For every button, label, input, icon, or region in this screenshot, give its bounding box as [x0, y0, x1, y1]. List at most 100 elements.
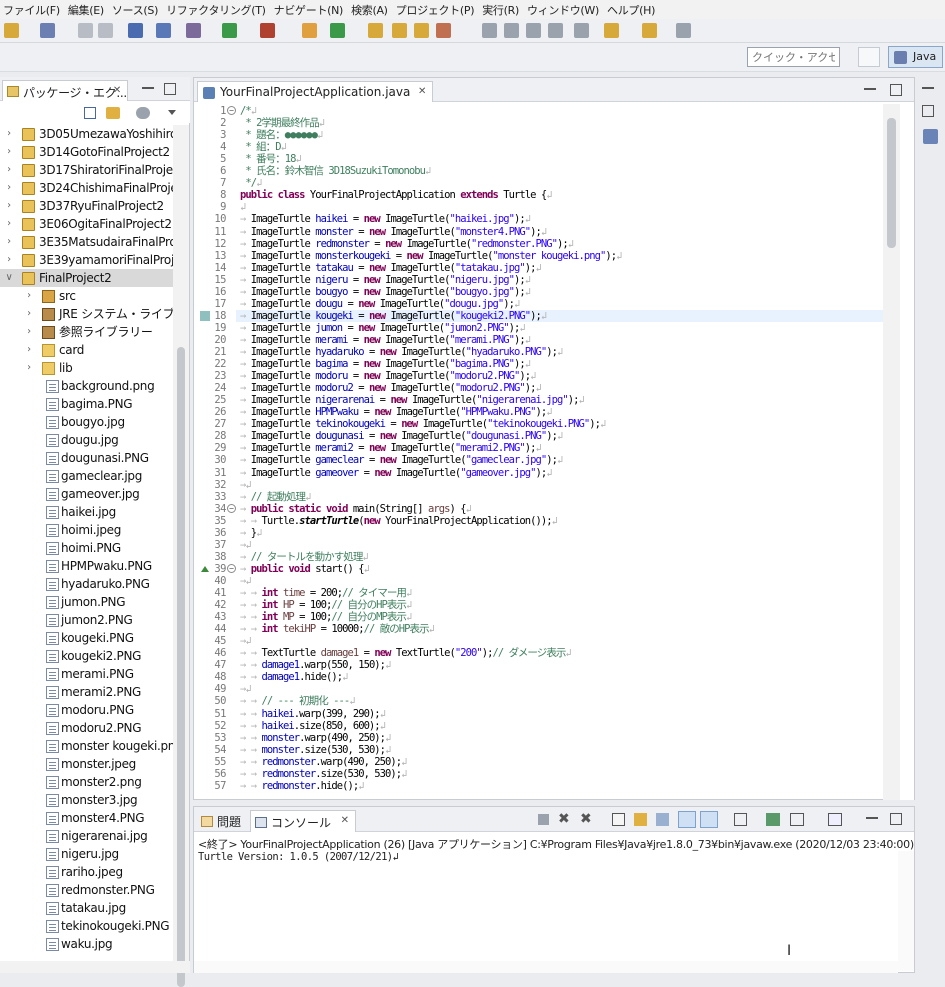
toolbar-button-icon[interactable]: [414, 23, 429, 38]
console-hscrollbar[interactable]: [194, 961, 898, 973]
tree-item[interactable]: monster3.jpg: [0, 791, 173, 809]
tree-item[interactable]: › 3D37RyuFinalProject2: [0, 197, 173, 215]
toolbar-button-icon[interactable]: [482, 23, 497, 38]
toolbar-button-icon[interactable]: [604, 23, 619, 38]
show-stdout-icon[interactable]: [678, 811, 696, 828]
toolbar-button-icon[interactable]: [676, 23, 691, 38]
tree-item[interactable]: › 3D17ShiratoriFinalProjec: [0, 161, 173, 179]
tree-item[interactable]: ∨ FinalProject2: [0, 269, 173, 287]
menu-item-0[interactable]: ファイル(F): [0, 2, 65, 18]
terminate-icon[interactable]: [538, 814, 549, 825]
toolbar-button-icon[interactable]: [642, 23, 657, 38]
toolbar-button-icon[interactable]: [504, 23, 519, 38]
tree-item[interactable]: gameclear.jpg: [0, 467, 173, 485]
tree-item[interactable]: gameover.jpg: [0, 485, 173, 503]
chevron-down-icon[interactable]: ∨: [4, 269, 14, 287]
tree-item[interactable]: › src: [0, 287, 173, 305]
menu-item-7[interactable]: 実行(R): [479, 2, 524, 18]
tree-item[interactable]: nigerarenai.jpg: [0, 827, 173, 845]
remove-launch-icon[interactable]: ✖: [558, 811, 570, 827]
tree-item[interactable]: hoimi.PNG: [0, 539, 173, 557]
tree-item[interactable]: kougeki.PNG: [0, 629, 173, 647]
fold-toggle-icon[interactable]: −: [227, 563, 236, 573]
minimize-icon[interactable]: [866, 813, 878, 825]
package-tree-hscrollbar[interactable]: [0, 961, 190, 973]
toolbar-button-icon[interactable]: [574, 23, 589, 38]
fold-toggle-icon[interactable]: −: [227, 106, 236, 115]
maximize-icon[interactable]: [890, 84, 902, 96]
quick-access-input[interactable]: [747, 47, 840, 67]
chevron-right-icon[interactable]: ›: [4, 179, 14, 197]
tree-item[interactable]: haikei.jpg: [0, 503, 173, 521]
show-stderr-icon[interactable]: [700, 811, 718, 828]
tree-item[interactable]: › 3E06OgitaFinalProject2: [0, 215, 173, 233]
chevron-right-icon[interactable]: ›: [24, 323, 34, 341]
toolbar-button-icon[interactable]: [222, 23, 237, 38]
tree-item[interactable]: monster kougeki.png: [0, 737, 173, 755]
tree-item[interactable]: modoru2.PNG: [0, 719, 173, 737]
chevron-right-icon[interactable]: ›: [24, 287, 34, 305]
tree-item[interactable]: tekinokougeki.PNG: [0, 917, 173, 935]
toolbar-button-icon[interactable]: [78, 23, 93, 38]
toolbar-button-icon[interactable]: [436, 23, 451, 38]
tree-item[interactable]: background.png: [0, 377, 173, 395]
tree-item[interactable]: nigeru.jpg: [0, 845, 173, 863]
toolbar-button-icon[interactable]: [368, 23, 383, 38]
close-icon[interactable]: ✕: [418, 86, 426, 97]
tree-item[interactable]: › 3E39yamamoriFinalProje: [0, 251, 173, 269]
collapse-all-icon[interactable]: [84, 107, 96, 119]
tree-item[interactable]: bougyo.jpg: [0, 413, 173, 431]
menu-item-3[interactable]: リファクタリング(T): [163, 2, 271, 18]
tab-package-explorer[interactable]: パッケージ・エク... ✕: [2, 80, 128, 101]
clear-console-icon[interactable]: [612, 813, 625, 826]
toolbar-button-icon[interactable]: [392, 23, 407, 38]
chevron-right-icon[interactable]: ›: [4, 197, 14, 215]
tree-item[interactable]: bagima.PNG: [0, 395, 173, 413]
toolbar-button-icon[interactable]: [4, 23, 19, 38]
remove-all-icon[interactable]: ✖: [580, 811, 592, 827]
minimize-icon[interactable]: [142, 83, 154, 95]
chevron-right-icon[interactable]: ›: [24, 341, 34, 359]
toolbar-button-icon[interactable]: [186, 23, 201, 38]
outline-icon[interactable]: [923, 129, 938, 144]
fold-toggle-icon[interactable]: −: [227, 503, 236, 513]
chevron-right-icon[interactable]: ›: [4, 233, 14, 251]
restore-icon[interactable]: [922, 105, 934, 117]
tree-item[interactable]: dougu.jpg: [0, 431, 173, 449]
toolbar-button-icon[interactable]: [526, 23, 541, 38]
tree-item[interactable]: tatakau.jpg: [0, 899, 173, 917]
maximize-icon[interactable]: [164, 83, 176, 95]
tree-item[interactable]: monster4.PNG: [0, 809, 173, 827]
toolbar-button-icon[interactable]: [98, 23, 113, 38]
toolbar-button-icon[interactable]: [330, 23, 345, 38]
java-perspective-button[interactable]: Java: [888, 46, 943, 68]
toolbar-button-icon[interactable]: [40, 23, 55, 38]
menu-item-1[interactable]: 編集(E): [65, 2, 109, 18]
menu-item-5[interactable]: 検索(A): [348, 2, 393, 18]
tree-item[interactable]: dougunasi.PNG: [0, 449, 173, 467]
toolbar-button-icon[interactable]: [548, 23, 563, 38]
menu-item-9[interactable]: ヘルプ(H): [604, 2, 660, 18]
menu-item-6[interactable]: プロジェクト(P): [393, 2, 480, 18]
tree-item[interactable]: › 3D24ChishimaFinalProjec: [0, 179, 173, 197]
tab-problems[interactable]: 問題: [197, 810, 247, 832]
close-icon[interactable]: ✕: [341, 815, 349, 826]
tree-item[interactable]: › JRE システム・ライブラリー: [0, 305, 173, 323]
menu-item-8[interactable]: ウィンドウ(W): [524, 2, 604, 18]
tab-console[interactable]: コンソール ✕: [250, 810, 357, 832]
minimize-icon[interactable]: [864, 84, 876, 96]
tree-item[interactable]: monster.jpeg: [0, 755, 173, 773]
word-wrap-icon[interactable]: [656, 813, 669, 826]
editor-scroll-thumb[interactable]: [887, 118, 896, 248]
toolbar-button-icon[interactable]: [260, 23, 275, 38]
new-console-icon[interactable]: [828, 813, 842, 826]
chevron-right-icon[interactable]: ›: [24, 359, 34, 377]
tree-item[interactable]: hoimi.jpeg: [0, 521, 173, 539]
toolbar-button-icon[interactable]: [128, 23, 143, 38]
chevron-right-icon[interactable]: ›: [4, 251, 14, 269]
tree-item[interactable]: waku.jpg: [0, 935, 173, 953]
chevron-right-icon[interactable]: ›: [4, 215, 14, 233]
tree-item[interactable]: › card: [0, 341, 173, 359]
tree-item[interactable]: hyadaruko.PNG: [0, 575, 173, 593]
chevron-right-icon[interactable]: ›: [24, 305, 34, 323]
